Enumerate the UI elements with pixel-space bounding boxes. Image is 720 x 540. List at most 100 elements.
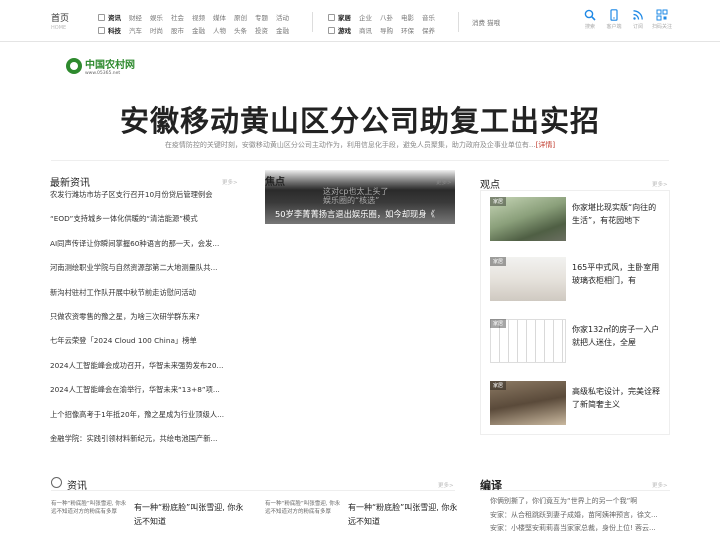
site-logo[interactable]: 中国农村网 www.05365.net	[66, 56, 135, 76]
nav-link[interactable]: 资讯	[98, 12, 121, 22]
logo-mark-icon	[66, 58, 82, 74]
news-list-item[interactable]: 河南测绘职业学院与自然资源部第二大地测量队共...	[50, 263, 245, 287]
news-list-item[interactable]: 七年云荣登「2024 Cloud 100 China」榜单	[50, 336, 245, 360]
nav-link[interactable]: 原创	[234, 12, 247, 22]
nav-link-label: 汽车	[129, 26, 142, 35]
tool-icons: 搜索 客户端 订阅 扫码关注	[578, 9, 674, 30]
tool-label: 客户端	[606, 24, 622, 30]
nav-link-label: 导购	[380, 26, 393, 35]
nav-link-label: 股市	[171, 26, 184, 35]
opinion-item[interactable]: 家居 你家堪比现实版“向往的生活”，有花园地下	[490, 197, 665, 241]
nav-link-label: 财经	[129, 13, 142, 22]
nav-link[interactable]: 商讯	[359, 25, 372, 35]
nav-link-label: 环保	[401, 26, 414, 35]
nav-group-primary: 资讯 财经 娱乐 社会 视频 媒体 原创 专题 活动 科技 汽车 时尚 股市 金融 人物 头条 投资 金融	[98, 10, 297, 36]
nav-link[interactable]: 专题	[255, 12, 268, 22]
bianyi-list-item[interactable]: 安家：小楼堅安莉莉喜当家家总裁，身份上位! 蓉云...	[490, 522, 660, 536]
news-list-item[interactable]: 金融学院：实践引领材料新纪元，共绘电池国产新...	[50, 434, 245, 458]
nav-divider	[458, 12, 459, 32]
opinion-item[interactable]: 家居 你家132㎡的房子一入户就把人迷住，全屋	[490, 319, 665, 363]
nav-link[interactable]: 娱乐	[150, 12, 163, 22]
home-link[interactable]: 首页 HOME	[51, 11, 69, 31]
nav-link[interactable]: 金融	[192, 25, 205, 35]
nav-link-label: 视频	[192, 13, 205, 22]
zixun-title[interactable]: 有一种“粉底脸”叫张雪迎, 你永远不知道	[348, 501, 458, 529]
nav-link[interactable]: 媒体	[213, 12, 226, 22]
news-list-item[interactable]: 只做农资零售的豫之星，为啥三次研学群东来?	[50, 312, 245, 336]
headline-summary: 在疫情防控的关键时刻，安徽移动黄山区分公司主动作为，利用信息化手段，避免人员聚集…	[120, 140, 600, 150]
nav-link-label: 社会	[171, 13, 184, 22]
nav-link[interactable]: 人物	[213, 25, 226, 35]
nav-link[interactable]: 金融	[276, 25, 289, 35]
news-list-item[interactable]: “EOD”支持城乡一体化供暖的“清洁能源”模式	[50, 214, 245, 238]
nav-link-label: 商讯	[359, 26, 372, 35]
opinion-title[interactable]: 你家堪比现实版“向往的生活”，有花园地下	[572, 201, 664, 227]
divider	[480, 490, 670, 491]
nav-link[interactable]: 保养	[422, 25, 435, 35]
news-list-item[interactable]: AI同声传译让你瞬间掌握60种语言的那一天，会发...	[50, 239, 245, 263]
nav-link[interactable]: 音乐	[422, 12, 435, 22]
headline-summary-text: 在疫情防控的关键时刻，安徽移动黄山区分公司主动作为，利用信息化手段，避免人员聚集…	[164, 141, 536, 149]
zixun-image-alt[interactable]: 有一种“粉底脸”叫张雪迎, 你永远不知道对方的粉底有多厚	[265, 500, 345, 530]
opinion-title[interactable]: 你家132㎡的房子一入户就把人迷住，全屋	[572, 323, 664, 349]
opinion-tag: 家居	[490, 381, 507, 390]
bianyi-list-item[interactable]: 你俩别撕了，你们竟互为“世界上的另一个我”啊	[490, 495, 660, 509]
nav-link-label: 活动	[276, 13, 289, 22]
nav-link[interactable]: 视频	[192, 12, 205, 22]
nav-link[interactable]: 家居	[328, 12, 351, 22]
top-navigation-bar: 首页 HOME 资讯 财经 娱乐 社会 视频 媒体 原创 专题 活动 科技 汽车 时尚 股市 金融 人物头…	[0, 0, 720, 42]
focus-more-link[interactable]: 更多>	[436, 178, 452, 186]
detail-link[interactable]: [详情]	[536, 141, 555, 149]
opinion-item[interactable]: 家居 165平中式风，主卧室用玻璃衣柜相门，有	[490, 257, 665, 301]
tool-label: 订阅	[632, 24, 643, 30]
headline-title[interactable]: 安徽移动黄山区分公司助复工出实招	[0, 98, 720, 140]
home-label: 首页	[51, 14, 70, 24]
nav-link-label: 投资	[255, 26, 268, 35]
nav-link[interactable]: 社会	[171, 12, 184, 22]
nav-link[interactable]: 电影	[401, 12, 414, 22]
nav-link[interactable]: 活动	[276, 12, 289, 22]
opinion-title[interactable]: 高级私宅设计，完美诠释了新简奢主义	[572, 385, 664, 411]
nav-link[interactable]: 八卦	[380, 12, 393, 22]
search-tool[interactable]: 搜索	[578, 9, 602, 30]
nav-link[interactable]: 导购	[380, 25, 393, 35]
nav-link[interactable]: 环保	[401, 25, 414, 35]
news-list-item[interactable]: 农发行潍坊市坊子区支行召开10月份贷后管理例会	[50, 190, 245, 214]
nav-link[interactable]: 科技	[98, 25, 121, 35]
nav-link[interactable]: 企业	[359, 12, 372, 22]
nav-link[interactable]: 股市	[171, 25, 184, 35]
nav-link-label: 企业	[359, 13, 372, 22]
nav-link[interactable]: 游戏	[328, 25, 351, 35]
category-icon	[328, 26, 335, 34]
focus-header-fade	[265, 170, 455, 190]
nav-link[interactable]: 汽车	[129, 25, 142, 35]
category-icon	[328, 13, 335, 21]
logo-url: www.05365.net	[85, 71, 121, 76]
client-tool[interactable]: 客户端	[602, 9, 626, 30]
news-list-item[interactable]: 上个招像高考于1年抵20年，豫之星成为行业顶级人...	[50, 410, 245, 434]
nav-link[interactable]: 时尚	[150, 25, 163, 35]
zixun-title[interactable]: 有一种“粉底脸”叫张雪迎, 你永远不知道	[134, 501, 244, 529]
news-list-item[interactable]: 2024人工智能峰会在渝举行，华智未来“13+8”项...	[50, 385, 245, 409]
nav-link[interactable]: 投资	[255, 25, 268, 35]
news-list-item[interactable]: 2024人工智能峰会成功召开，华智未来强势发布20...	[50, 361, 245, 385]
logo-name: 中国农村网	[85, 60, 135, 71]
search-icon	[584, 9, 596, 21]
zixun-image-alt[interactable]: 有一种“粉底脸”叫张雪迎, 你永远不知道对方的粉底有多厚	[51, 500, 131, 530]
latest-news-more-link[interactable]: 更多>	[222, 178, 238, 186]
news-list-item[interactable]: 新沟村驻村工作队开展中秋节前走访慰问活动	[50, 288, 245, 312]
nav-link-label: 原创	[234, 13, 247, 22]
qrcode-tool[interactable]: 扫码关注	[650, 9, 674, 30]
opinion-more-link[interactable]: 更多>	[652, 180, 668, 188]
rss-tool[interactable]: 订阅	[626, 9, 650, 30]
zixun-more-link[interactable]: 更多>	[438, 481, 454, 489]
nav-link[interactable]: 财经	[129, 12, 142, 22]
bianyi-more-link[interactable]: 更多>	[652, 481, 668, 489]
opinion-item[interactable]: 家居 高级私宅设计，完美诠释了新简奢主义	[490, 381, 665, 425]
nav-link-label: 资讯	[108, 13, 121, 22]
nav-link-label: 金融	[192, 26, 205, 35]
focus-caption[interactable]: 50岁李菁菁扬言退出娱乐圈，如今却现身《	[275, 208, 435, 220]
opinion-title[interactable]: 165平中式风，主卧室用玻璃衣柜相门，有	[572, 261, 664, 287]
bianyi-list-item[interactable]: 安家：从合租跳跃到妻子成婚，苗阿姨神预言，徐文...	[490, 509, 660, 523]
nav-link[interactable]: 头条	[234, 25, 247, 35]
